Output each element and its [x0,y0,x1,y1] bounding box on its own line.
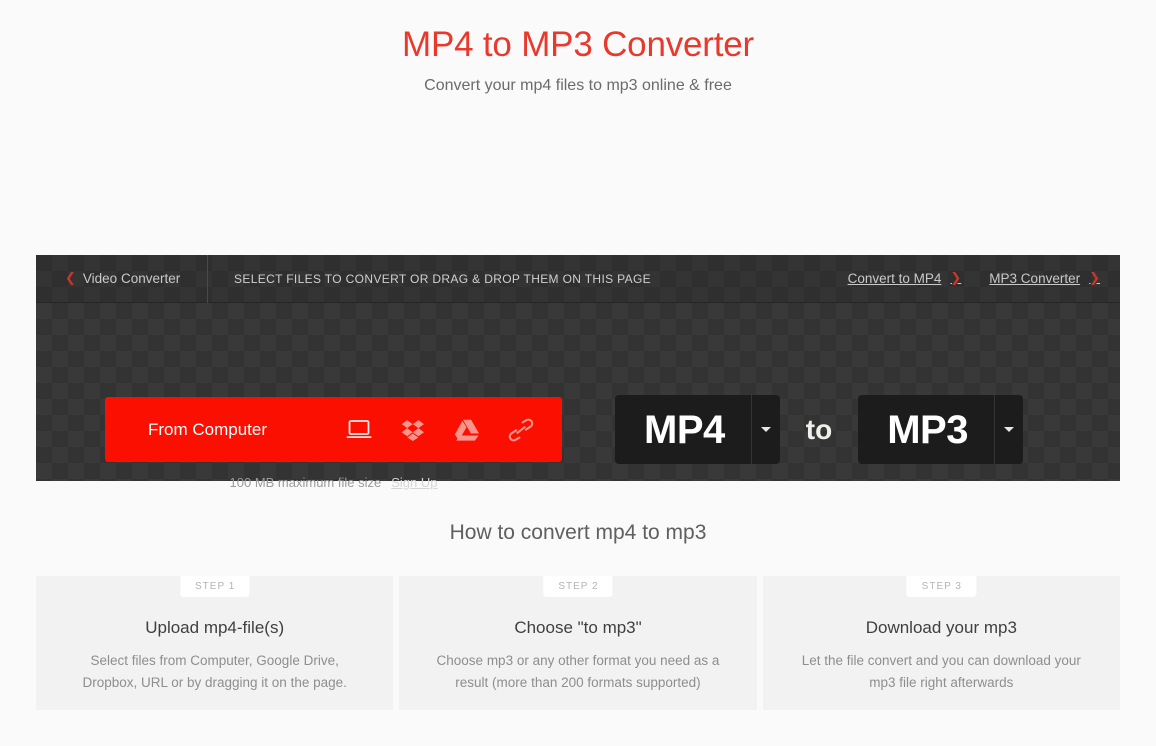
file-size-note: 100 MB maximum file size Sign Up [105,475,562,490]
source-format-value: MP4 [644,407,725,452]
step-description: Let the file convert and you can downloa… [801,653,1081,690]
target-format-dropdown-toggle[interactable] [993,395,1023,464]
drag-drop-hint: SELECT FILES TO CONVERT OR DRAG & DROP T… [234,271,652,286]
converter-body: From Computer 100 MB maximum file size S… [36,303,1120,490]
toolbar-links: Convert to MP4 ❯ MP3 Converter ❯ [820,255,1120,303]
chevron-right-icon: ❯ [950,271,962,286]
step-title: Upload mp4-file(s) [145,618,285,637]
step-badge: STEP 1 [180,576,250,597]
step-card-1: STEP 1 Upload mp4-file(s) Select files f… [36,576,394,710]
max-file-size-label: 100 MB maximum file size [229,475,382,490]
page-title: MP4 to MP3 Converter [402,25,754,64]
chevron-down-icon [1003,427,1014,432]
back-link-label: Video Converter [82,271,181,286]
source-format-select[interactable]: MP4 [615,395,780,464]
from-computer-label: From Computer [148,419,268,439]
step-badge: STEP 2 [543,576,613,597]
source-format-dropdown-toggle[interactable] [750,395,780,464]
howto-steps: STEP 1 Upload mp4-file(s) Select files f… [36,576,1120,710]
hero-section: MP4 to MP3 Converter Convert your mp4 fi… [0,0,1156,98]
format-separator-label: to [805,413,833,445]
page-subtitle: Convert your mp4 files to mp3 online & f… [424,77,732,94]
target-format-value: MP3 [887,407,968,452]
mp3-converter-label: MP3 Converter [989,271,1081,286]
chevron-left-icon: ❮ [65,271,76,286]
mp3-converter-link[interactable]: MP3 Converter ❯ [989,271,1100,286]
step-title: Choose "to mp3" [514,618,642,637]
step-description: Choose mp3 or any other format you need … [436,653,720,690]
converter-panel: ❮ Video Converter SELECT FILES TO CONVER… [36,254,1120,490]
page-root: MP4 to MP3 Converter Convert your mp4 fi… [0,0,1156,746]
back-to-video-converter-link[interactable]: ❮ Video Converter [36,254,208,303]
google-drive-icon[interactable] [452,415,482,445]
step-description: Select files from Computer, Google Drive… [82,653,347,690]
convert-to-mp4-link[interactable]: Convert to MP4 ❯ [848,271,962,286]
target-format-select[interactable]: MP3 [858,395,1023,464]
step-card-3: STEP 3 Download your mp3 Let the file co… [762,576,1120,710]
link-icon[interactable] [506,415,536,445]
step-card-2: STEP 2 Choose "to mp3" Choose mp3 or any… [399,576,757,710]
step-title: Download your mp3 [865,618,1017,637]
converter-toolbar: ❮ Video Converter SELECT FILES TO CONVER… [36,254,1120,303]
chevron-down-icon [760,427,771,432]
from-computer-button[interactable]: From Computer [105,397,562,462]
howto-heading: How to convert mp4 to mp3 [449,521,707,544]
convert-to-mp4-label: Convert to MP4 [847,271,942,286]
sign-up-link[interactable]: Sign Up [391,475,437,490]
chevron-right-icon: ❯ [1089,271,1100,286]
upload-source-icons [332,415,562,445]
format-selectors: MP4 to MP3 [615,395,1023,464]
step-badge: STEP 3 [906,576,976,597]
computer-icon[interactable] [344,415,374,445]
dropbox-icon[interactable] [398,415,428,445]
